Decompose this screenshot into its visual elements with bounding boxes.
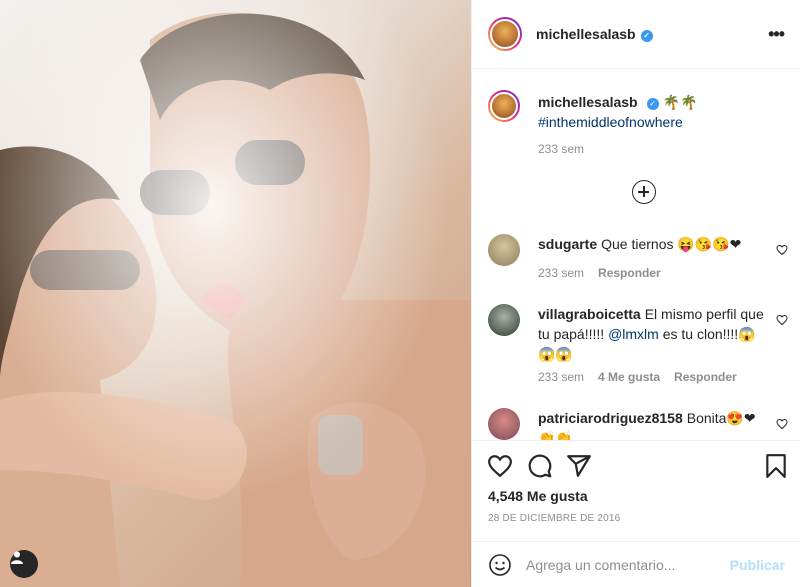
comment-meta: 233 sem 4 Me gusta Responder <box>538 370 751 384</box>
bookmark-icon[interactable] <box>763 453 789 479</box>
post-side-panel: michellesalasb ✓ ••• michellesalasb ✓ 🌴🌴 #… <box>471 0 800 587</box>
comment-text: patriciarodriguez8158 Bonita😍❤ 👏👏 <box>538 408 768 440</box>
caption-meta: 233 sem <box>538 142 598 156</box>
post-date[interactable]: 28 de diciembre de 2016 <box>488 513 620 524</box>
caption-username[interactable]: michellesalasb <box>538 94 638 110</box>
comment-time[interactable]: 233 sem <box>538 370 584 384</box>
caption-time[interactable]: 233 sem <box>538 142 584 156</box>
post-actions: 4,548 Me gusta 28 de diciembre de 2016 <box>472 440 800 541</box>
author-avatar[interactable] <box>488 17 522 51</box>
heart-icon[interactable] <box>776 314 788 326</box>
caption-text: michellesalasb ✓ 🌴🌴 #inthemiddleofnowhere <box>538 92 768 132</box>
caption-avatar[interactable] <box>488 90 520 122</box>
verified-badge-icon: ✓ <box>646 98 659 110</box>
emoji-icon[interactable] <box>488 553 512 577</box>
load-more-comments-button[interactable] <box>632 180 656 204</box>
comment-meta: 233 sem Responder <box>538 266 675 280</box>
like-heart-icon[interactable] <box>487 453 513 479</box>
share-send-icon[interactable] <box>566 453 592 479</box>
verified-badge-icon: ✓ <box>640 30 653 42</box>
comment-body: Que tiernos 😝😘😘❤ <box>601 236 742 252</box>
more-options-icon[interactable]: ••• <box>768 24 785 45</box>
comment-body: Bonita😍❤ <box>686 410 756 426</box>
heart-icon[interactable] <box>776 244 788 256</box>
photo-illustration <box>0 0 471 587</box>
author-username[interactable]: michellesalasb ✓ <box>536 26 653 42</box>
commenter-avatar[interactable] <box>488 408 520 440</box>
comment-text: villagraboicetta El mismo perfil que tu p… <box>538 304 768 364</box>
comment-text: sdugarte Que tiernos 😝😘😘❤ <box>538 234 768 254</box>
reply-button[interactable]: Responder <box>598 266 661 280</box>
publish-button[interactable]: Publicar <box>730 557 785 573</box>
commenter-username[interactable]: villagraboicetta <box>538 306 641 322</box>
mention-link[interactable]: @lmxlm <box>608 326 659 342</box>
comment-likes[interactable]: 4 Me gusta <box>598 370 660 384</box>
caption-hashtag[interactable]: #inthemiddleofnowhere <box>538 114 683 130</box>
likes-count[interactable]: 4,548 Me gusta <box>488 488 588 504</box>
commenter-avatar[interactable] <box>488 304 520 336</box>
comments-list[interactable]: michellesalasb ✓ 🌴🌴 #inthemiddleofnowhere… <box>472 70 800 440</box>
comment-input[interactable] <box>526 556 730 573</box>
caption-emojis: 🌴🌴 <box>662 94 698 110</box>
comment-body-line2: 👏👏 <box>538 430 573 440</box>
tagged-user-icon[interactable] <box>10 550 38 578</box>
reply-button[interactable]: Responder <box>674 370 737 384</box>
commenter-username[interactable]: sdugarte <box>538 236 597 252</box>
comment-bubble-icon[interactable] <box>527 453 553 479</box>
heart-icon[interactable] <box>776 418 788 430</box>
commenter-username[interactable]: patriciarodriguez8158 <box>538 410 683 426</box>
post-photo[interactable] <box>0 0 471 587</box>
comment-time[interactable]: 233 sem <box>538 266 584 280</box>
add-comment-bar: Publicar <box>472 541 800 587</box>
commenter-avatar[interactable] <box>488 234 520 266</box>
post-header: michellesalasb ✓ ••• <box>472 0 800 69</box>
